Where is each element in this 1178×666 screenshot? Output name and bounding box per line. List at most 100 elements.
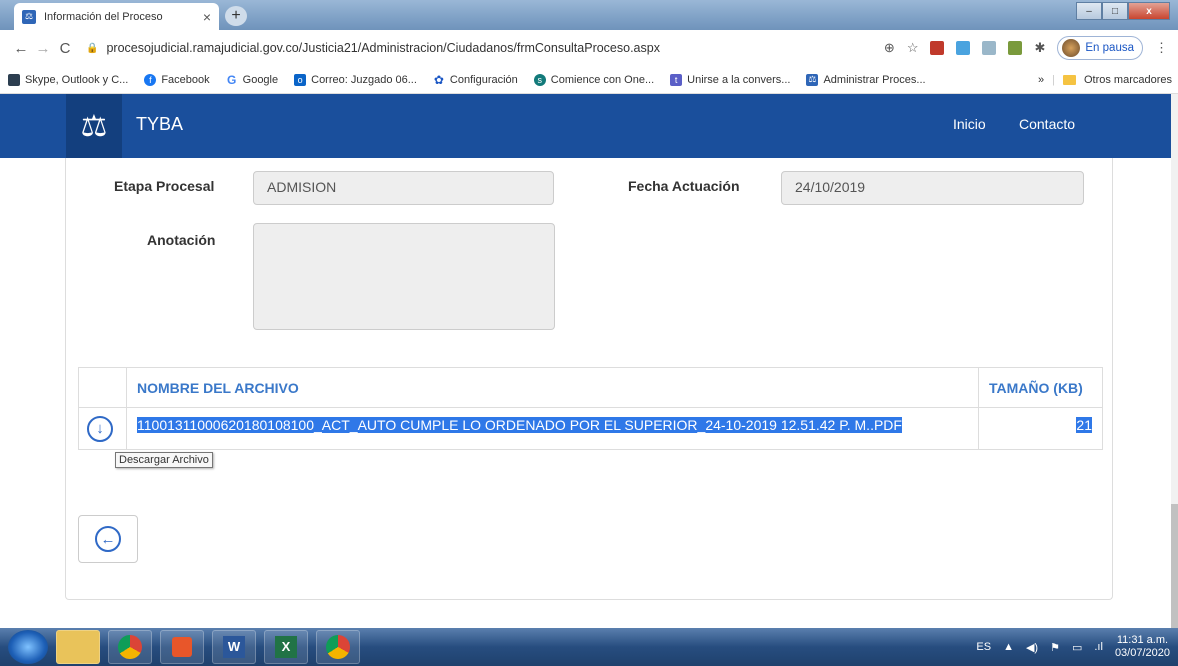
- bookmark-label: Skype, Outlook y C...: [25, 73, 129, 86]
- back-button[interactable]: ←: [78, 515, 138, 563]
- table-row: ↓ 11001311000620180108100_ACT_AUTO CUMPL…: [78, 407, 1103, 450]
- gear-icon: ✿: [432, 72, 445, 87]
- url-text: procesojudicial.ramajudicial.gov.co/Just…: [106, 41, 660, 55]
- more-bookmarks-button[interactable]: »: [1038, 74, 1044, 86]
- star-icon[interactable]: ☆: [907, 40, 919, 56]
- bookmark-google[interactable]: G Google: [225, 72, 279, 87]
- chrome-icon[interactable]: [108, 630, 152, 664]
- bookmark-correo[interactable]: o Correo: Juzgado 06...: [294, 73, 417, 86]
- scales-icon: ⚖: [806, 73, 819, 86]
- menu-icon[interactable]: ⋮: [1155, 40, 1168, 56]
- network-icon[interactable]: ▲: [1003, 641, 1014, 653]
- anotacion-label: Anotación: [147, 232, 216, 248]
- bookmark-label: Unirse a la convers...: [687, 73, 791, 86]
- start-button-icon[interactable]: [8, 630, 48, 664]
- minimize-button[interactable]: –: [1076, 2, 1102, 20]
- browser-tab[interactable]: ⚖ Información del Proceso ×: [14, 3, 219, 30]
- download-arrow-icon[interactable]: ↓: [87, 415, 113, 442]
- nav-contacto[interactable]: Contacto: [1019, 116, 1075, 132]
- bookmarks-bar: Skype, Outlook y C... f Facebook G Google …: [0, 66, 1178, 94]
- profile-button[interactable]: En pausa: [1057, 36, 1143, 60]
- download-tooltip: Descargar Archivo: [115, 452, 213, 468]
- bookmark-label: Configuración: [449, 73, 518, 86]
- header-empty-cell: [78, 367, 127, 408]
- profile-status: En pausa: [1085, 42, 1134, 54]
- table-header-row: NOMBRE DEL ARCHIVO TAMAÑO (KB): [78, 367, 1103, 408]
- maximize-button[interactable]: □: [1102, 2, 1128, 20]
- brand-name[interactable]: TYBA: [136, 114, 183, 135]
- etapa-label: Etapa Procesal: [114, 178, 215, 194]
- display-icon[interactable]: ▭: [1072, 641, 1082, 654]
- file-name-link[interactable]: 11001311000620180108100_ACT_AUTO CUMPLE …: [137, 417, 902, 433]
- page-viewport: ⚖ TYBA Inicio Contacto Etapa Procesal AD…: [0, 94, 1171, 628]
- explorer-icon[interactable]: [56, 630, 100, 664]
- close-window-button[interactable]: x: [1128, 2, 1170, 20]
- extension-red-icon[interactable]: [930, 41, 945, 55]
- excel-icon[interactable]: X: [264, 630, 308, 664]
- forward-arrow-icon[interactable]: →: [32, 40, 54, 57]
- file-size-cell: 21: [978, 407, 1103, 450]
- clock-time: 11:31 a.m.: [1116, 634, 1169, 646]
- header-file-size: TAMAÑO (KB): [978, 367, 1103, 408]
- bookmark-label: Comience con One...: [550, 73, 655, 86]
- bookmark-configuracion[interactable]: ✿ Configuración: [432, 72, 518, 87]
- reload-icon[interactable]: C: [54, 40, 76, 57]
- fecha-field[interactable]: 24/10/2019: [781, 171, 1084, 205]
- back-arrow-icon: ←: [95, 526, 121, 552]
- bookmark-label: Administrar Proces...: [823, 73, 926, 86]
- skype-icon: [8, 73, 20, 86]
- media-player-icon[interactable]: [160, 630, 204, 664]
- files-table: NOMBRE DEL ARCHIVO TAMAÑO (KB) ↓ 1100131…: [78, 367, 1103, 450]
- clock[interactable]: 11:31 a.m. 03/07/2020: [1115, 634, 1170, 660]
- window-controls: – □ x: [1076, 2, 1170, 20]
- url-field[interactable]: 🔒 procesojudicial.ramajudicial.gov.co/Ju…: [86, 35, 716, 61]
- file-size-value: 21: [1076, 417, 1092, 433]
- address-bar: ← → C 🔒 procesojudicial.ramajudicial.gov…: [0, 30, 1178, 66]
- language-indicator[interactable]: ES: [976, 641, 991, 653]
- back-arrow-icon[interactable]: ←: [10, 40, 32, 57]
- file-name-cell: 11001311000620180108100_ACT_AUTO CUMPLE …: [126, 407, 979, 450]
- browser-tab-strip: ⚖ Información del Proceso × + – □ x: [0, 0, 1178, 30]
- bookmark-label: Google: [242, 73, 279, 86]
- bookmark-label: Facebook: [161, 73, 210, 86]
- word-icon[interactable]: W: [212, 630, 256, 664]
- sharepoint-icon: s: [533, 73, 546, 86]
- bookmark-administrar[interactable]: ⚖ Administrar Proces...: [806, 73, 926, 86]
- tab-title: Información del Proceso: [44, 10, 163, 23]
- signal-icon[interactable]: .ıl: [1094, 641, 1103, 653]
- header-file-name: NOMBRE DEL ARCHIVO: [126, 367, 979, 408]
- fecha-label: Fecha Actuación: [628, 178, 740, 194]
- anotacion-textarea[interactable]: [253, 223, 555, 330]
- new-tab-button[interactable]: +: [225, 6, 247, 26]
- teams-icon: t: [670, 73, 683, 86]
- outlook-icon: o: [294, 73, 307, 86]
- scales-icon[interactable]: ⚖: [66, 94, 122, 158]
- system-tray: ES ▲ ◀) ⚑ ▭ .ıl 11:31 a.m. 03/07/2020: [976, 628, 1170, 666]
- lock-icon: 🔒: [86, 42, 99, 54]
- flag-icon[interactable]: ⚑: [1050, 641, 1060, 654]
- windows-taskbar: W X ES ▲ ◀) ⚑ ▭ .ıl 11:31 a.m. 03/07/202…: [0, 628, 1178, 666]
- close-icon[interactable]: ×: [203, 9, 211, 25]
- extension-calendar-icon[interactable]: [982, 41, 997, 55]
- bookmark-teams[interactable]: t Unirse a la convers...: [670, 73, 791, 86]
- extension-link-icon[interactable]: [956, 41, 971, 55]
- bookmark-facebook[interactable]: f Facebook: [144, 73, 210, 86]
- other-bookmarks[interactable]: Otros marcadores: [1084, 74, 1172, 86]
- clock-date: 03/07/2020: [1114, 647, 1170, 659]
- extension-chart-icon[interactable]: [1008, 41, 1023, 55]
- puzzle-icon[interactable]: ✱: [1034, 40, 1045, 56]
- folder-icon: [1062, 75, 1076, 85]
- download-cell: ↓: [78, 407, 127, 450]
- scales-icon: ⚖: [22, 9, 36, 24]
- chrome-profile-icon[interactable]: [316, 630, 360, 664]
- bookmark-label: Correo: Juzgado 06...: [311, 73, 417, 86]
- google-icon: G: [225, 72, 238, 87]
- zoom-icon[interactable]: ⊕: [884, 40, 895, 56]
- avatar: [1062, 39, 1081, 57]
- volume-icon[interactable]: ◀): [1026, 641, 1038, 654]
- bookmark-skype[interactable]: Skype, Outlook y C...: [8, 73, 129, 86]
- page-scrollbar[interactable]: [1171, 94, 1178, 664]
- bookmark-onedrive[interactable]: s Comience con One...: [533, 73, 655, 86]
- nav-inicio[interactable]: Inicio: [953, 116, 986, 132]
- etapa-field[interactable]: ADMISION: [253, 171, 554, 205]
